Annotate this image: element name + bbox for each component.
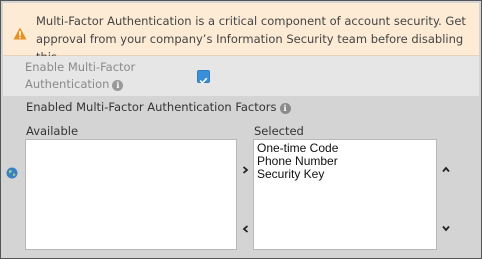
chevron-up-icon	[442, 166, 450, 173]
chevron-left-icon	[242, 225, 248, 233]
available-listbox[interactable]	[25, 139, 237, 250]
available-items	[26, 140, 236, 142]
info-icon[interactable]: i	[279, 103, 291, 114]
list-item[interactable]: Security Key	[254, 168, 436, 181]
move-up-button[interactable]	[441, 166, 451, 176]
warning-banner: Multi-Factor Authentication is a critica…	[3, 3, 479, 64]
enable-mfa-label: Enable Multi-Factor Authentication i	[25, 59, 175, 93]
move-down-button[interactable]	[441, 225, 451, 235]
move-right-button[interactable]	[240, 166, 250, 177]
warning-icon	[13, 27, 27, 40]
globe-icon	[6, 167, 18, 179]
chevron-down-icon	[442, 225, 450, 232]
available-label: Available	[26, 124, 79, 138]
selected-items: One-time Code Phone Number Security Key	[254, 140, 436, 181]
checkmark-icon	[199, 77, 208, 85]
chevron-right-icon	[242, 166, 248, 174]
info-icon[interactable]: i	[112, 80, 124, 91]
selected-listbox[interactable]: One-time Code Phone Number Security Key	[253, 139, 437, 250]
move-left-button[interactable]	[240, 225, 250, 236]
enable-mfa-row: Enable Multi-Factor Authentication i	[3, 56, 479, 96]
selected-label: Selected	[254, 124, 304, 138]
mfa-settings-panel: Multi-Factor Authentication is a critica…	[0, 0, 482, 259]
factors-title: Enabled Multi-Factor Authentication Fact…	[26, 99, 291, 115]
factors-title-text: Enabled Multi-Factor Authentication Fact…	[26, 100, 277, 114]
enable-mfa-checkbox[interactable]	[197, 70, 210, 85]
